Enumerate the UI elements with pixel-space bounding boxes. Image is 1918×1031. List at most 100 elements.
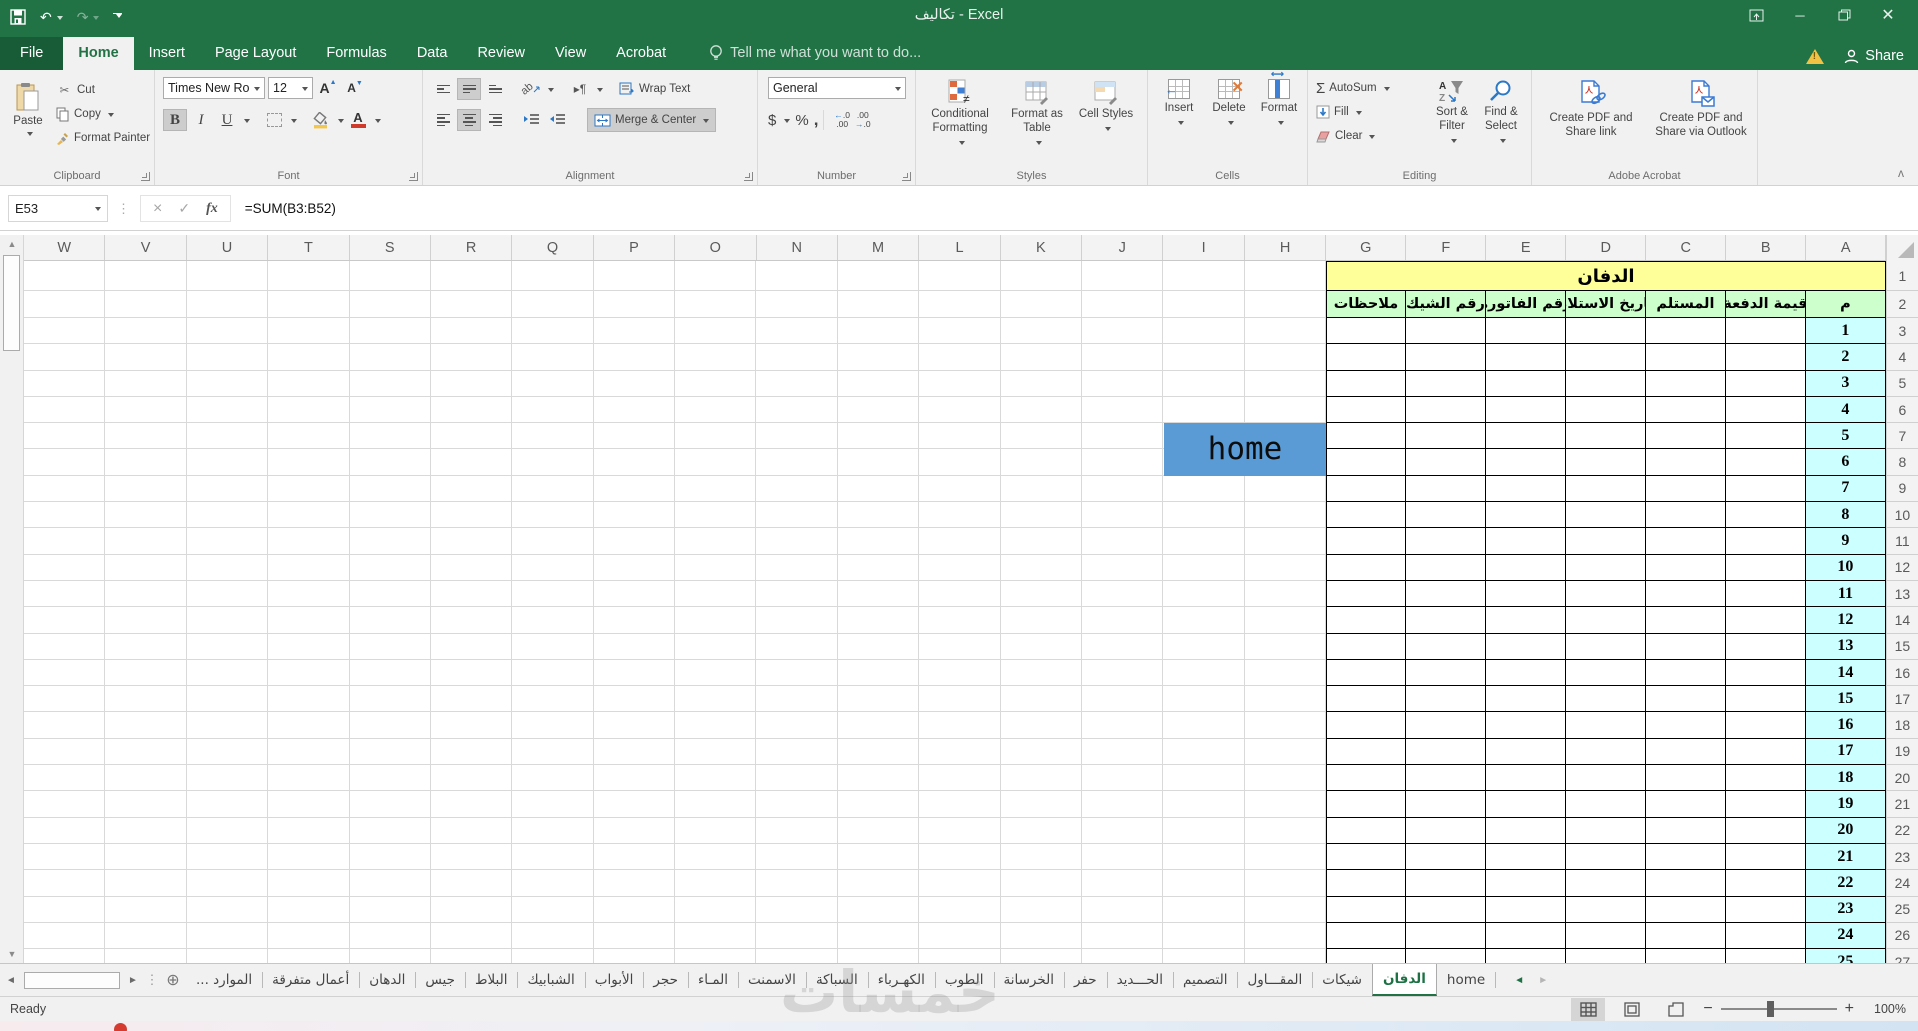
vertical-scroll-thumb[interactable] <box>3 255 20 351</box>
cell-empty[interactable] <box>186 344 269 371</box>
row-header-2[interactable]: 2 <box>1885 291 1918 318</box>
normal-view-button[interactable] <box>1571 997 1606 1021</box>
tab-nav-left-icon[interactable]: ◄ <box>1507 964 1531 996</box>
serial-number-cell[interactable]: 12 <box>1805 607 1886 634</box>
table-data-cell[interactable] <box>1326 949 1406 963</box>
cell-empty[interactable] <box>512 475 594 503</box>
cell-empty[interactable] <box>512 791 594 818</box>
cell-empty[interactable] <box>24 843 106 871</box>
cell-empty[interactable] <box>105 922 187 950</box>
delete-cells-button[interactable]: ✕ Delete <box>1204 74 1254 166</box>
table-data-cell[interactable] <box>1326 318 1406 345</box>
cell-empty[interactable] <box>268 318 350 345</box>
table-data-cell[interactable] <box>1565 528 1646 555</box>
cell-empty[interactable] <box>1244 554 1326 581</box>
table-data-cell[interactable] <box>1725 791 1806 818</box>
cell-empty[interactable] <box>756 580 838 608</box>
table-data-cell[interactable] <box>1405 659 1486 687</box>
paste-button[interactable]: Paste <box>6 76 50 168</box>
underline-dropdown[interactable] <box>244 118 250 126</box>
cell-empty[interactable] <box>430 261 513 291</box>
cell-empty[interactable] <box>349 370 431 397</box>
number-dialog-launcher[interactable] <box>902 172 911 181</box>
cell-empty[interactable] <box>919 554 1001 581</box>
table-data-cell[interactable] <box>1326 423 1406 450</box>
cell-empty[interactable] <box>24 344 106 371</box>
cell-empty[interactable] <box>1000 502 1082 529</box>
cell-empty[interactable] <box>430 922 513 950</box>
cell-empty[interactable] <box>1244 896 1326 923</box>
cell-empty[interactable] <box>349 817 431 844</box>
cell-empty[interactable] <box>593 922 675 950</box>
save-icon[interactable] <box>10 9 26 25</box>
cell-empty[interactable] <box>1163 738 1245 766</box>
cell-empty[interactable] <box>105 475 187 503</box>
serial-number-cell[interactable]: 2 <box>1805 344 1886 371</box>
cell-empty[interactable] <box>430 449 513 476</box>
undo-button[interactable]: ↶ <box>40 9 63 26</box>
table-data-cell[interactable] <box>1565 922 1646 950</box>
new-sheet-icon[interactable]: ⊕ <box>160 964 186 996</box>
table-data-cell[interactable] <box>1485 449 1566 476</box>
cell-empty[interactable] <box>268 765 350 792</box>
column-header-E[interactable]: E <box>1486 235 1567 260</box>
table-header-cell[interactable]: م <box>1805 291 1886 318</box>
cell-empty[interactable] <box>186 423 269 450</box>
sheet-tab-الأبواب[interactable]: الأبواب <box>585 964 645 996</box>
table-data-cell[interactable] <box>1565 817 1646 844</box>
table-data-cell[interactable] <box>1645 765 1726 792</box>
cell-empty[interactable] <box>268 423 350 450</box>
sheet-tab-home[interactable]: home <box>1437 964 1497 996</box>
collapse-ribbon-icon[interactable]: ᴧ <box>1898 166 1904 180</box>
cell-empty[interactable] <box>675 949 757 963</box>
cell-empty[interactable] <box>268 738 350 766</box>
table-data-cell[interactable] <box>1645 607 1726 634</box>
sheet-tab-حجر[interactable]: حجر <box>643 964 689 996</box>
cell-empty[interactable] <box>186 791 269 818</box>
cell-empty[interactable] <box>430 817 513 844</box>
tell-me-box[interactable]: Tell me what you want to do... <box>709 44 921 70</box>
cell-empty[interactable] <box>268 633 350 660</box>
zoom-out-icon[interactable]: − <box>1703 1000 1712 1018</box>
cell-empty[interactable] <box>268 659 350 687</box>
table-title-cell[interactable]: الدفان <box>1326 261 1886 291</box>
tab-home[interactable]: Home <box>63 37 134 70</box>
column-header-A[interactable]: A <box>1806 235 1887 260</box>
sheet-tab-السباكة[interactable]: السباكة <box>806 964 869 996</box>
cell-empty[interactable] <box>512 370 594 397</box>
cell-empty[interactable] <box>512 712 594 739</box>
table-data-cell[interactable] <box>1645 922 1726 950</box>
table-data-cell[interactable] <box>1725 659 1806 687</box>
cell-empty[interactable] <box>593 896 675 923</box>
cell-empty[interactable] <box>837 502 920 529</box>
cell-empty[interactable] <box>919 423 1001 450</box>
enter-formula-icon[interactable]: ✓ <box>178 200 190 217</box>
cell-empty[interactable] <box>1081 633 1164 660</box>
name-box[interactable]: E53 <box>8 195 108 222</box>
column-header-J[interactable]: J <box>1082 235 1164 260</box>
cell-empty[interactable] <box>837 738 920 766</box>
cell-empty[interactable] <box>756 449 838 476</box>
cell-empty[interactable] <box>430 318 513 345</box>
sheet-tab-الكهـرباء[interactable]: الكهـرباء <box>868 964 937 996</box>
cell-empty[interactable] <box>756 765 838 792</box>
cell-empty[interactable] <box>349 843 431 871</box>
cell-empty[interactable] <box>756 686 838 713</box>
cell-empty[interactable] <box>675 291 757 318</box>
cell-empty[interactable] <box>186 712 269 739</box>
vertical-scrollbar[interactable]: ▲ ▼ <box>0 235 24 963</box>
serial-number-cell[interactable]: 6 <box>1805 449 1886 476</box>
cell-empty[interactable] <box>1163 686 1245 713</box>
sheet-tab-الدهان[interactable]: الدهان <box>359 964 417 996</box>
cell-empty[interactable] <box>1163 607 1245 634</box>
cell-empty[interactable] <box>105 502 187 529</box>
table-data-cell[interactable] <box>1405 738 1486 766</box>
table-data-cell[interactable] <box>1725 949 1806 963</box>
cell-empty[interactable] <box>430 870 513 897</box>
serial-number-cell[interactable]: 18 <box>1805 765 1886 792</box>
cell-empty[interactable] <box>512 870 594 897</box>
cell-empty[interactable] <box>105 686 187 713</box>
cell-empty[interactable] <box>1000 949 1082 963</box>
cell-empty[interactable] <box>268 791 350 818</box>
cell-empty[interactable] <box>675 922 757 950</box>
